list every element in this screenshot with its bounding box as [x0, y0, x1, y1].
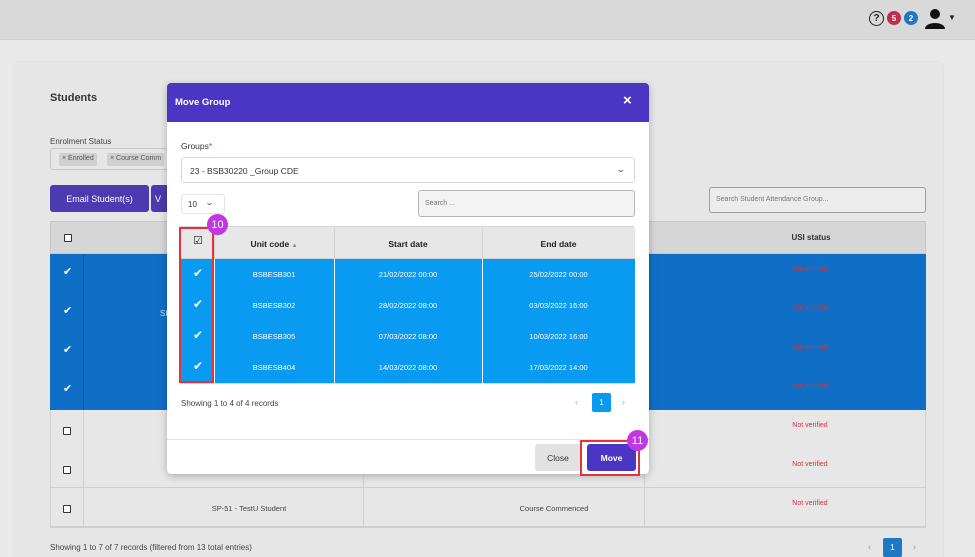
filter-chip-course-commenced[interactable]: × Course Comm [107, 153, 165, 166]
usi-status-value: Not verified [792, 344, 828, 351]
chevron-down-icon[interactable]: ⌄ [205, 198, 214, 207]
groups-select[interactable]: 23 - BSB30220 _Group CDE [181, 157, 635, 183]
groups-label-text: Groups [181, 141, 209, 151]
annotation-step-badge: 10 [207, 214, 228, 235]
usi-status-value: Not verified [792, 383, 828, 390]
chevron-down-icon[interactable]: ⌄ [616, 164, 626, 175]
unit-code-label: Unit code [250, 239, 290, 249]
attendance-group-search-input[interactable]: Search Student Attendance Group... [709, 187, 926, 213]
table-row[interactable]: ✔ BSBESB404 14/03/2022 08:00 17/03/2022 … [181, 352, 635, 383]
help-icon[interactable]: ? [869, 11, 884, 26]
email-students-button[interactable]: Email Student(s) [50, 185, 149, 212]
required-mark: * [208, 141, 213, 151]
notification-badge-blue[interactable]: 2 [904, 11, 918, 25]
units-table-header: ☑ Unit code ▲ Start date End date [181, 227, 635, 259]
page-button[interactable]: 1 [883, 538, 902, 557]
filter-chip-enrolled[interactable]: × Enrolled [59, 153, 97, 166]
notification-badge-red[interactable]: 5 [887, 11, 901, 25]
table-row[interactable]: ✔ BSBESB302 28/02/2022 08:00 03/03/2022 … [181, 290, 635, 321]
end-date-cell: 10/03/2022 16:00 [529, 332, 588, 341]
row-checkbox[interactable] [63, 427, 71, 435]
user-icon[interactable] [924, 7, 946, 29]
close-icon[interactable]: × [623, 93, 632, 108]
next-page-icon[interactable]: › [913, 542, 916, 552]
annotation-highlight-checkboxes [179, 227, 214, 383]
move-group-modal: Move Group × Groups* 23 - BSB30220 _Grou… [167, 83, 649, 474]
start-date-cell: 21/02/2022 00:00 [378, 270, 438, 279]
page-length-select[interactable]: 10 [181, 194, 225, 214]
row-checkbox[interactable]: ✔ [63, 265, 72, 278]
modal-footer-divider [167, 439, 649, 440]
select-all-checkbox[interactable] [64, 234, 72, 242]
column-header-end-date[interactable]: End date [482, 239, 635, 249]
row-checkbox[interactable] [63, 505, 71, 513]
table-row[interactable]: ✔ BSBESB301 21/02/2022 00:00 25/02/2022 … [181, 259, 635, 290]
column-divider [482, 227, 483, 259]
groups-label: Groups* [181, 141, 212, 151]
usi-status-value: Not verified [792, 305, 828, 312]
table-row[interactable]: ✔ BSBESB305 07/03/2022 08:00 10/03/2022 … [181, 321, 635, 352]
enrolment-status-cell: Course Commenced [519, 504, 589, 513]
annotation-step-badge: 11 [627, 430, 648, 451]
search-input[interactable]: Search ... [418, 190, 635, 217]
previous-page-icon[interactable]: ‹ [868, 542, 871, 552]
row-checkbox[interactable]: ✔ [63, 304, 72, 317]
end-date-cell: 03/03/2022 16:00 [529, 301, 588, 310]
usi-status-header: USI status [791, 233, 831, 242]
column-divider [334, 259, 335, 384]
sort-asc-icon: ▲ [291, 243, 298, 249]
unit-code-cell: BSBESB301 [252, 270, 296, 279]
unit-code-cell: BSBESB302 [252, 301, 296, 310]
usi-status-value: Not verified [792, 500, 828, 507]
next-page-icon[interactable]: › [622, 397, 625, 407]
enrolment-status-filter[interactable]: × Enrolled × Course Comm [50, 148, 168, 170]
close-button[interactable]: Close [535, 444, 581, 471]
enrolment-status-label: Enrolment Status [50, 137, 112, 146]
row-checkbox[interactable]: ✔ [63, 382, 72, 395]
student-name-cell: SP-51 - TestU Student [211, 504, 287, 513]
top-bar: ? 5 2 ▼ [0, 0, 975, 40]
row-checkbox[interactable]: ✔ [63, 343, 72, 356]
unit-code-cell: BSBESB404 [252, 363, 296, 372]
modal-title: Move Group [175, 97, 231, 108]
column-divider [214, 259, 215, 384]
column-divider [334, 227, 335, 259]
modal-header: Move Group × [167, 83, 649, 122]
start-date-cell: 07/03/2022 08:00 [378, 332, 438, 341]
column-header-start-date[interactable]: Start date [334, 239, 482, 249]
usi-status-value: Not verified [792, 422, 828, 429]
page-button[interactable]: 1 [592, 393, 611, 412]
end-date-cell: 17/03/2022 14:00 [529, 363, 588, 372]
start-date-cell: 28/02/2022 08:00 [378, 301, 438, 310]
page-title: Students [50, 92, 98, 104]
table-info: Showing 1 to 7 of 7 records (filtered fr… [50, 543, 252, 552]
start-date-cell: 14/03/2022 08:00 [378, 363, 438, 372]
column-header-unit-code[interactable]: Unit code ▲ [214, 239, 334, 249]
units-table: ☑ Unit code ▲ Start date End date ✔ BSBE… [180, 226, 635, 384]
column-divider [482, 259, 483, 384]
previous-page-icon[interactable]: ‹ [575, 397, 578, 407]
usi-status-value: Not verified [792, 266, 828, 273]
end-date-cell: 25/02/2022 00:00 [529, 270, 588, 279]
table-info: Showing 1 to 4 of 4 records [181, 399, 279, 408]
column-divider [83, 254, 84, 410]
usi-status-value: Not verified [792, 461, 828, 468]
user-menu-caret-icon[interactable]: ▼ [948, 13, 956, 22]
unit-code-cell: BSBESB305 [252, 332, 296, 341]
row-checkbox[interactable] [63, 466, 71, 474]
